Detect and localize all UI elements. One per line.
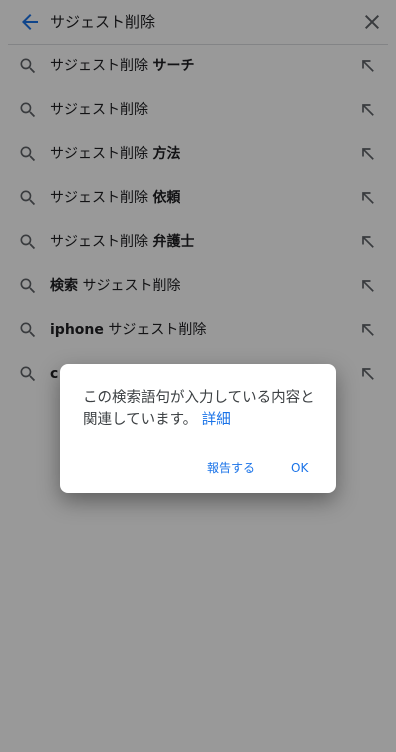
dialog-message: この検索語句が入力している内容と関連しています。 詳細: [83, 390, 315, 428]
suggestion-report-dialog: この検索語句が入力している内容と関連しています。 詳細 報告する OK: [60, 364, 336, 493]
ok-button[interactable]: OK: [291, 460, 308, 476]
details-link[interactable]: 詳細: [202, 412, 231, 428]
report-button[interactable]: 報告する: [207, 460, 255, 476]
